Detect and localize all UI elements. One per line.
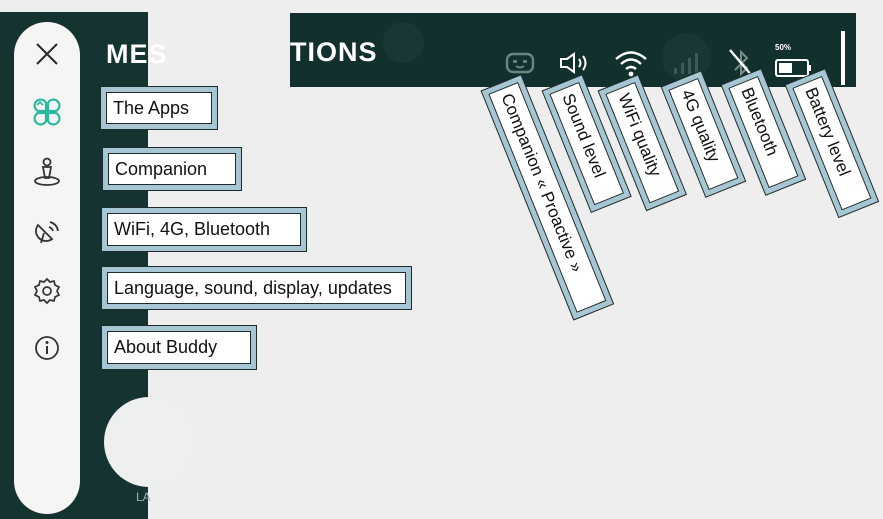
battery-icon[interactable]: 50% bbox=[774, 43, 814, 79]
callout-apps: The Apps bbox=[106, 92, 212, 124]
callout-connectivity: WiFi, 4G, Bluetooth bbox=[107, 213, 301, 246]
cell-signal-icon[interactable] bbox=[670, 47, 700, 79]
callout-companion: Companion bbox=[108, 153, 236, 185]
callout-battery-level: Battery level bbox=[792, 76, 872, 211]
companion-proactive-icon[interactable] bbox=[503, 47, 537, 79]
status-bar-divider bbox=[841, 31, 845, 85]
settings-icon[interactable] bbox=[31, 275, 63, 307]
callout-settings: Language, sound, display, updates bbox=[107, 272, 406, 304]
app-tile-circle bbox=[104, 397, 194, 487]
page-title-left: MES bbox=[106, 39, 168, 69]
sound-level-icon[interactable] bbox=[557, 47, 593, 79]
callout-about: About Buddy bbox=[107, 331, 251, 364]
app-tile-label: LA bbox=[136, 490, 151, 504]
battery-percent: 50% bbox=[775, 43, 792, 52]
status-bar: TIONS 50% bbox=[290, 13, 856, 87]
companion-icon[interactable] bbox=[31, 156, 63, 188]
close-icon[interactable] bbox=[31, 38, 63, 70]
sidebar bbox=[14, 22, 80, 514]
page-title-right: TIONS bbox=[290, 37, 378, 67]
connectivity-icon[interactable] bbox=[31, 216, 63, 248]
callout-bluetooth: Bluetooth bbox=[728, 76, 799, 189]
wifi-icon[interactable] bbox=[611, 47, 651, 79]
apps-icon[interactable] bbox=[31, 96, 63, 128]
callout-4g-quality: 4G quality bbox=[668, 78, 739, 191]
bluetooth-off-icon[interactable] bbox=[723, 47, 759, 79]
info-icon[interactable] bbox=[31, 332, 63, 364]
